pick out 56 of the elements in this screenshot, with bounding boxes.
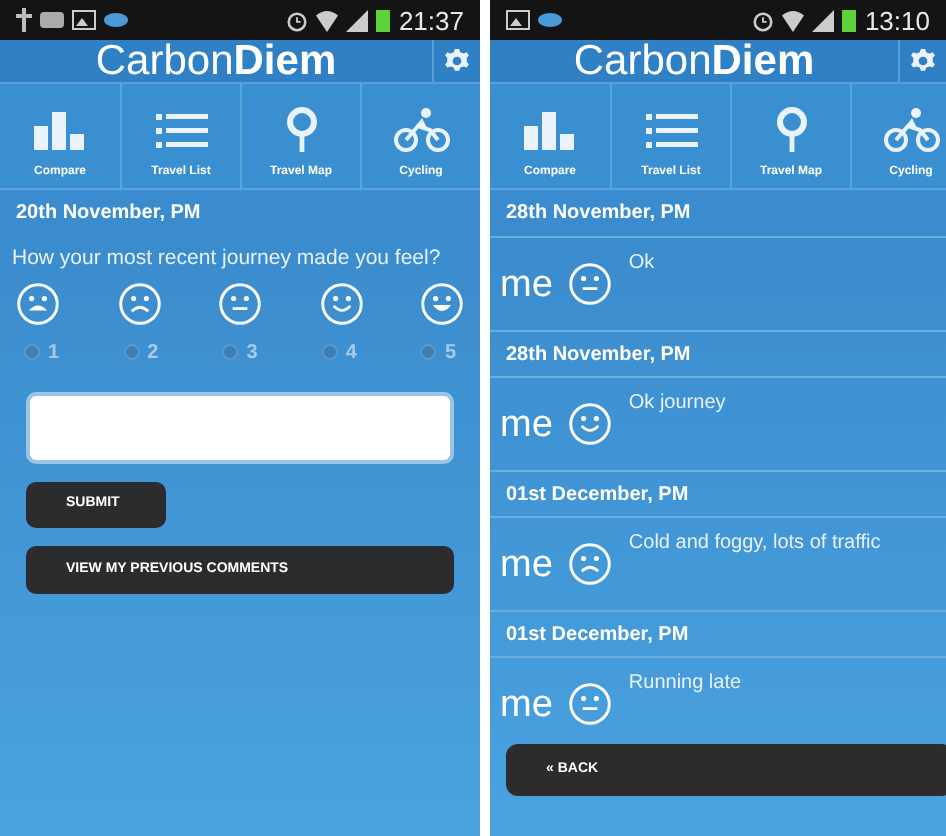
sad-face-icon xyxy=(568,542,613,586)
comment-date: 28th November, PM xyxy=(506,341,691,369)
cyclist-icon xyxy=(881,106,941,154)
app-title: CarbonDiem xyxy=(93,40,339,82)
app-title: CarbonDiem xyxy=(571,40,817,82)
settings-icon[interactable] xyxy=(910,48,936,74)
radio-button[interactable] xyxy=(222,344,239,361)
comment-field[interactable] xyxy=(26,391,454,464)
rating-option[interactable]: 2 xyxy=(123,337,159,368)
crying-face-icon xyxy=(16,281,60,326)
wifi-icon xyxy=(782,9,805,31)
comment-text: Ok xyxy=(628,250,655,278)
comment-text: Running late xyxy=(628,670,742,698)
comment-date: 28th November, PM xyxy=(506,200,691,228)
cloud-icon xyxy=(538,12,562,28)
image-icon xyxy=(506,10,530,30)
image-icon xyxy=(72,10,96,30)
sad-face-icon xyxy=(117,281,161,326)
rating-option[interactable]: 1 xyxy=(24,337,60,368)
radio-button[interactable] xyxy=(24,344,40,361)
laughing-face-icon xyxy=(420,281,464,326)
signal-icon xyxy=(812,9,835,31)
settings-icon[interactable] xyxy=(444,48,470,74)
wifi-icon xyxy=(316,9,339,31)
comment-text: Cold and foggy, lots of traffic xyxy=(628,530,881,558)
alarm-icon xyxy=(752,9,775,31)
journey-date: 20th November, PM xyxy=(16,200,201,228)
comment-author: me xyxy=(500,686,553,724)
comment-date: 01st December, PM xyxy=(506,621,689,649)
clock-time: 21:37 xyxy=(398,7,464,33)
bar-chart-icon xyxy=(30,106,90,154)
comment-author: me xyxy=(500,266,553,304)
smiley-face-icon xyxy=(568,402,613,446)
neutral-face-icon xyxy=(568,262,613,306)
radio-button[interactable] xyxy=(321,344,338,361)
bar-chart-icon xyxy=(520,106,580,154)
cloud-icon xyxy=(104,12,128,28)
comment-text: Ok journey xyxy=(628,390,726,418)
neutral-face-icon xyxy=(568,682,613,726)
comment-author: me xyxy=(500,406,553,444)
alarm-icon xyxy=(286,9,309,31)
radio-button[interactable] xyxy=(420,344,437,361)
rating-option[interactable]: 3 xyxy=(222,337,258,368)
comment-author: me xyxy=(500,546,553,584)
battery-icon xyxy=(842,8,857,32)
smiley-face-icon xyxy=(319,281,363,326)
battery-icon xyxy=(376,8,391,32)
signal-icon xyxy=(346,9,369,31)
comment-date: 01st December, PM xyxy=(506,481,689,509)
radio-button[interactable] xyxy=(123,344,140,361)
rating-option[interactable]: 5 xyxy=(420,337,456,368)
cyclist-icon xyxy=(391,106,451,154)
clock-time: 13:10 xyxy=(864,7,930,33)
question-text: How your most recent journey made you feel? xyxy=(10,244,443,274)
neutral-face-icon xyxy=(218,281,262,326)
rating-option[interactable]: 4 xyxy=(321,337,357,368)
